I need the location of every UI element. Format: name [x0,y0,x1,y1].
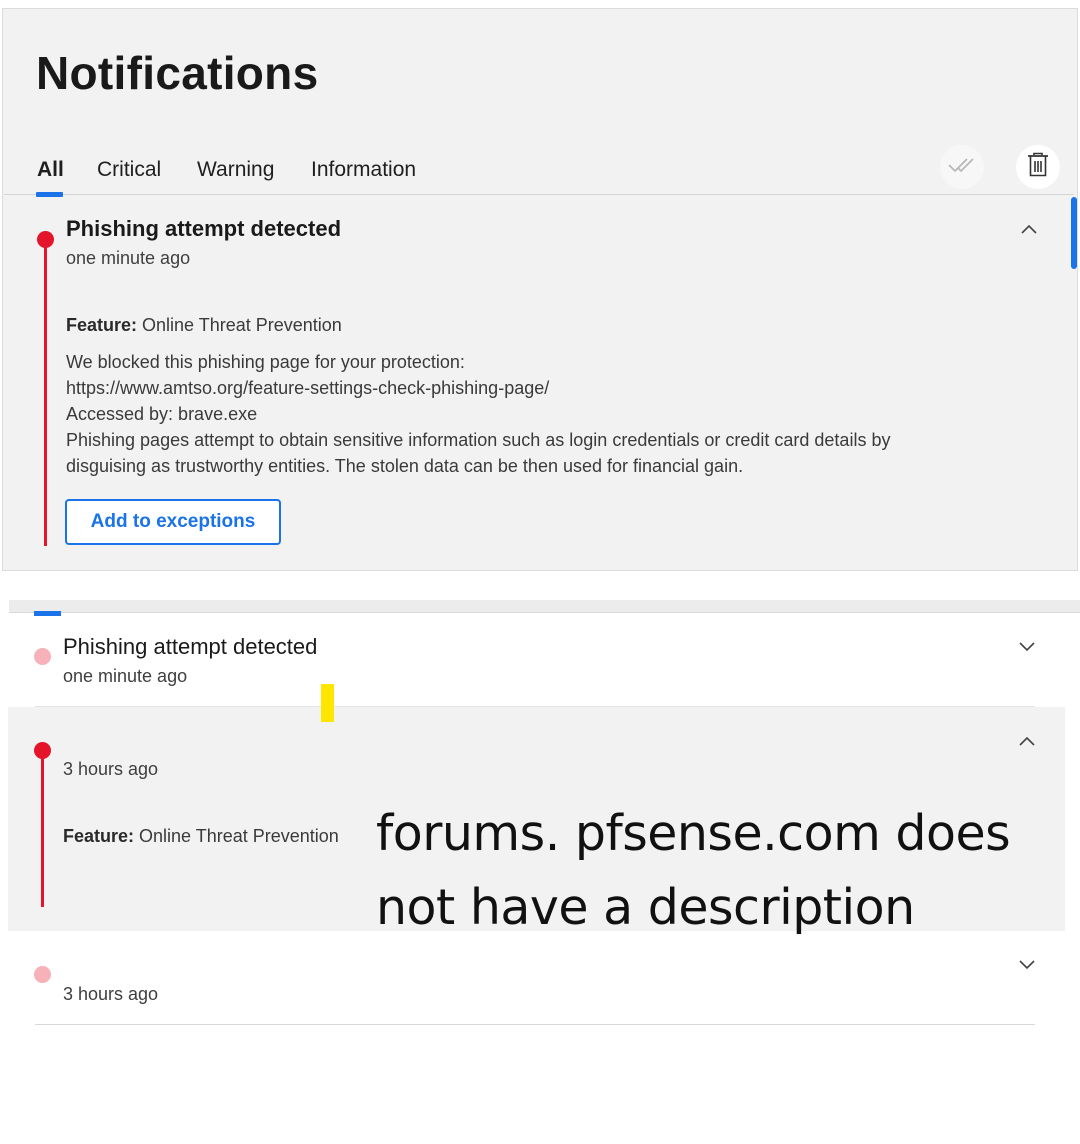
body-line: Phishing pages attempt to obtain sensiti… [66,430,891,450]
feature-value: Online Threat Prevention [139,826,339,846]
severity-dot [34,648,51,665]
feature-label: Feature: [63,826,135,846]
notification-time: one minute ago [66,248,191,268]
chevron-up-icon [1020,222,1038,239]
body-line: Accessed by: brave.exe [66,404,258,424]
mark-all-read-button[interactable] [940,145,984,189]
notification-time: one minute ago [63,666,188,686]
collapse-button[interactable] [1020,222,1038,240]
row-divider [35,1024,1035,1025]
delete-all-button[interactable] [1016,145,1060,189]
active-tab-indicator-fragment [34,611,61,616]
tab-information[interactable]: Information [311,158,416,182]
chevron-down-icon [1018,958,1036,975]
severity-line [41,752,44,907]
notification-title: Phishing attempt detected [63,634,318,659]
collapse-button[interactable] [1018,734,1036,752]
feature-line: Feature: Online Threat Prevention [66,315,342,336]
severity-dot [37,231,54,248]
double-check-icon [947,157,977,178]
page-title: Notifications [36,47,319,99]
overlay-caption: forums. pfsense.com does not have a desc… [376,797,1056,945]
chevron-up-icon [1018,734,1036,751]
notification-title: Phishing attempt detected [66,216,342,241]
tabs-divider [4,194,1074,195]
highlight-marker [321,684,334,722]
severity-line [44,240,47,546]
notification-time: 3 hours ago [63,984,159,1004]
feature-value: Online Threat Prevention [142,315,342,335]
severity-dot [34,742,51,759]
overlay-caption-line: forums. pfsense.com does [376,805,1011,862]
trash-icon [1027,152,1049,183]
body-url: https://www.amtso.org/feature-settings-c… [66,378,550,398]
expand-button[interactable] [1018,958,1036,976]
notification-time: 3 hours ago [63,759,159,779]
tabs-strip-fragment [9,600,1080,613]
expand-button[interactable] [1018,640,1036,658]
severity-dot [34,966,51,983]
tab-critical[interactable]: Critical [97,158,161,182]
overlay-caption-line: not have a description [376,879,915,936]
active-tab-indicator [36,192,63,197]
body-line: disguising as trustworthy entities. The … [66,456,744,476]
add-to-exceptions-button[interactable]: Add to exceptions [65,499,281,545]
notification-body: We blocked this phishing page for your p… [66,349,1056,479]
feature-label: Feature: [66,315,138,335]
tab-warning[interactable]: Warning [197,158,274,182]
scrollbar-thumb[interactable] [1071,197,1077,269]
tab-all[interactable]: All [37,158,64,182]
chevron-down-icon [1018,640,1036,657]
feature-line: Feature: Online Threat Prevention [63,826,339,847]
body-line: We blocked this phishing page for your p… [66,352,465,372]
